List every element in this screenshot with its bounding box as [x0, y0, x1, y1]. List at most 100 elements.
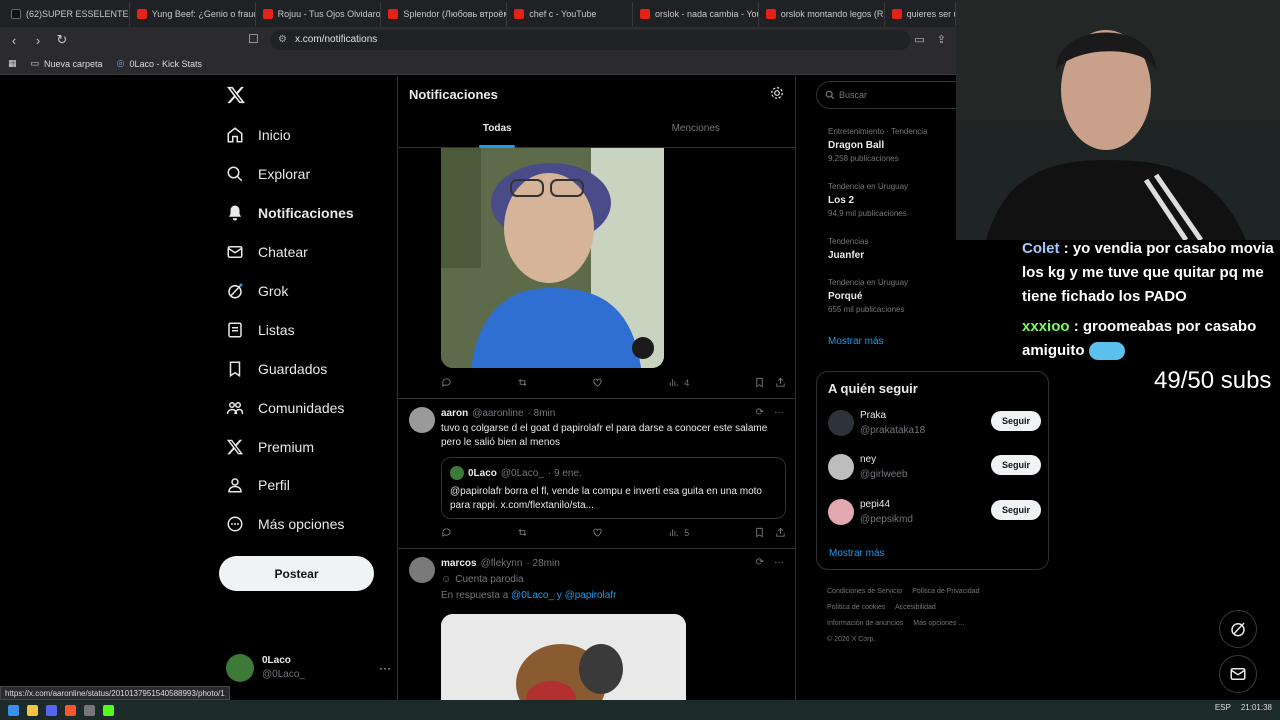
- sidebar-item-chatear[interactable]: Chatear: [226, 243, 308, 261]
- sidebar-item-grok[interactable]: Grok: [226, 282, 288, 300]
- messages-float-button[interactable]: [1219, 655, 1257, 693]
- like-button[interactable]: [592, 377, 603, 388]
- browser-tab[interactable]: orslok montando legos (R: [761, 1, 885, 26]
- bookmark-icon[interactable]: [754, 377, 765, 388]
- avatar: [226, 654, 254, 682]
- share-icon[interactable]: [775, 527, 786, 538]
- discord-icon[interactable]: [46, 704, 57, 716]
- home-icon: [227, 127, 243, 143]
- more-dots-icon[interactable]: ···: [774, 407, 784, 418]
- kick-icon[interactable]: [103, 704, 114, 716]
- quoted-tweet[interactable]: 0Laco @0Laco_ · 9 ene. @papirolafr borra…: [441, 457, 786, 519]
- show-more-link[interactable]: Mostrar más: [828, 336, 884, 347]
- views-button[interactable]: 5: [668, 527, 689, 538]
- like-button[interactable]: [592, 527, 603, 538]
- sidebar-item-notificaciones[interactable]: Notificaciones: [226, 204, 354, 222]
- reply-button[interactable]: [441, 527, 452, 538]
- search-input[interactable]: Buscar: [816, 81, 956, 109]
- url-field[interactable]: ⚙ x.com/notifications: [270, 30, 910, 50]
- follow-suggestion[interactable]: Praka @prakataka18 Seguir: [828, 406, 1041, 442]
- browser-tab[interactable]: Splendor (Любовь втроём: [383, 1, 508, 26]
- gear-icon[interactable]: [770, 86, 784, 100]
- views-icon: [670, 379, 678, 387]
- repost-button[interactable]: [517, 527, 528, 538]
- browser-tab[interactable]: orslok - nada cambia - You: [635, 1, 759, 26]
- youtube-icon: [388, 8, 399, 19]
- show-more-link[interactable]: Mostrar más: [829, 548, 885, 559]
- browser-tab[interactable]: chef c - YouTube: [509, 1, 633, 26]
- file-explorer-icon[interactable]: [27, 704, 38, 716]
- bookmark-link[interactable]: ◎ 0Laco - Kick Stats: [117, 58, 202, 69]
- follow-button[interactable]: Seguir: [991, 455, 1041, 475]
- browser-tab[interactable]: Rojuu - Tus Ojos Olvidaron: [258, 1, 382, 26]
- mail-icon: [227, 246, 243, 258]
- search-icon: [825, 90, 835, 100]
- more-dots-icon[interactable]: ···: [379, 661, 391, 675]
- tab-menciones[interactable]: Menciones: [597, 123, 796, 148]
- sidebar-item-comunidades[interactable]: Comunidades: [226, 399, 344, 417]
- install-icon[interactable]: ▭: [914, 33, 924, 46]
- obs-icon[interactable]: [84, 704, 95, 716]
- account-names: 0Laco @0Laco_: [262, 655, 305, 680]
- kick-icon: ◎: [116, 58, 125, 68]
- sidebar-item-listas[interactable]: Listas: [226, 321, 295, 339]
- apps-grid-icon[interactable]: ▦: [8, 58, 17, 69]
- account-switcher[interactable]: 0Laco @0Laco_ ···: [226, 654, 391, 682]
- trend-item[interactable]: Entretenimiento · Tendencia Dragon Ball …: [828, 126, 927, 165]
- tweet-photo[interactable]: [441, 614, 686, 700]
- x-logo-icon[interactable]: [226, 84, 246, 106]
- bookmark-page-icon[interactable]: ☐: [248, 32, 259, 46]
- views-icon: [670, 529, 678, 537]
- tweet-photo[interactable]: [441, 148, 664, 368]
- tab-todas[interactable]: Todas: [398, 123, 597, 148]
- bookmarks-bar: ▦ ▭ Nueva carpeta ◎ 0Laco - Kick Stats: [0, 53, 956, 75]
- repost-button[interactable]: [517, 377, 528, 388]
- sidebar-item-explorar[interactable]: Explorar: [226, 165, 310, 183]
- tweet-actions: 5: [441, 527, 786, 538]
- sidebar-item-mas-opciones[interactable]: Más opciones: [226, 515, 344, 533]
- bookmark-icon: [229, 361, 241, 378]
- more-icon: [227, 516, 243, 532]
- follow-suggestion[interactable]: ney @girlweeb Seguir: [828, 450, 1041, 486]
- trend-item[interactable]: Tendencia en Uruguay Porqué 655 mil publ…: [828, 277, 908, 316]
- notification-tabs: Todas Menciones: [398, 123, 795, 148]
- follow-suggestion[interactable]: pepi44 @pepsikmd Seguir: [828, 495, 1041, 531]
- avatar[interactable]: [409, 557, 435, 583]
- reload-icon[interactable]: ↻: [52, 30, 72, 50]
- more-dots-icon[interactable]: ···: [774, 557, 784, 568]
- sidebar-item-premium[interactable]: Premium: [226, 438, 314, 456]
- back-icon[interactable]: ‹: [4, 30, 24, 50]
- sidebar-item-guardados[interactable]: Guardados: [226, 360, 327, 378]
- browser-tab[interactable]: Yung Beef: ¿Genio o fraud: [132, 1, 256, 26]
- follow-button[interactable]: Seguir: [991, 500, 1041, 520]
- post-button[interactable]: Postear: [219, 556, 374, 591]
- sidebar-item-perfil[interactable]: Perfil: [226, 476, 290, 494]
- suggestion-names: Praka @prakataka18: [860, 410, 926, 436]
- browser-tab[interactable]: (62)SUPER ESSELENTE #pe: [6, 1, 130, 26]
- windows-start-icon[interactable]: [8, 704, 19, 716]
- quote-header: 0Laco @0Laco_ · 9 ene.: [450, 466, 582, 480]
- bookmark-icon[interactable]: [754, 527, 765, 538]
- user-icon: [228, 478, 242, 493]
- emote-icon: [1088, 342, 1125, 361]
- views-button[interactable]: 4: [668, 377, 689, 388]
- suggestion-names: ney @girlweeb: [860, 454, 908, 480]
- avatar[interactable]: [409, 407, 435, 433]
- grok-icon[interactable]: ⟳: [756, 407, 764, 418]
- share-icon[interactable]: [775, 377, 786, 388]
- grok-icon[interactable]: ⟳: [756, 557, 764, 568]
- site-info-icon[interactable]: ⚙: [278, 30, 287, 50]
- forward-icon[interactable]: ›: [28, 30, 48, 50]
- brave-icon[interactable]: [65, 704, 76, 716]
- trend-item[interactable]: Tendencia en Uruguay Los 2 94,9 mil publ…: [828, 181, 908, 220]
- bookmark-folder[interactable]: ▭ Nueva carpeta: [31, 58, 103, 69]
- chat-message: Colet : yo vendia por casabo movia los k…: [1022, 240, 1274, 305]
- share-icon[interactable]: ⇪: [937, 33, 946, 46]
- reply-button[interactable]: [441, 377, 452, 388]
- grok-float-button[interactable]: [1219, 610, 1257, 648]
- sidebar-item-inicio[interactable]: Inicio: [226, 126, 291, 144]
- avatar: [828, 499, 854, 525]
- trend-item[interactable]: Tendencias Juanfer: [828, 236, 868, 263]
- follow-button[interactable]: Seguir: [991, 411, 1041, 431]
- browser-tab[interactable]: quieres ser u: [887, 1, 956, 26]
